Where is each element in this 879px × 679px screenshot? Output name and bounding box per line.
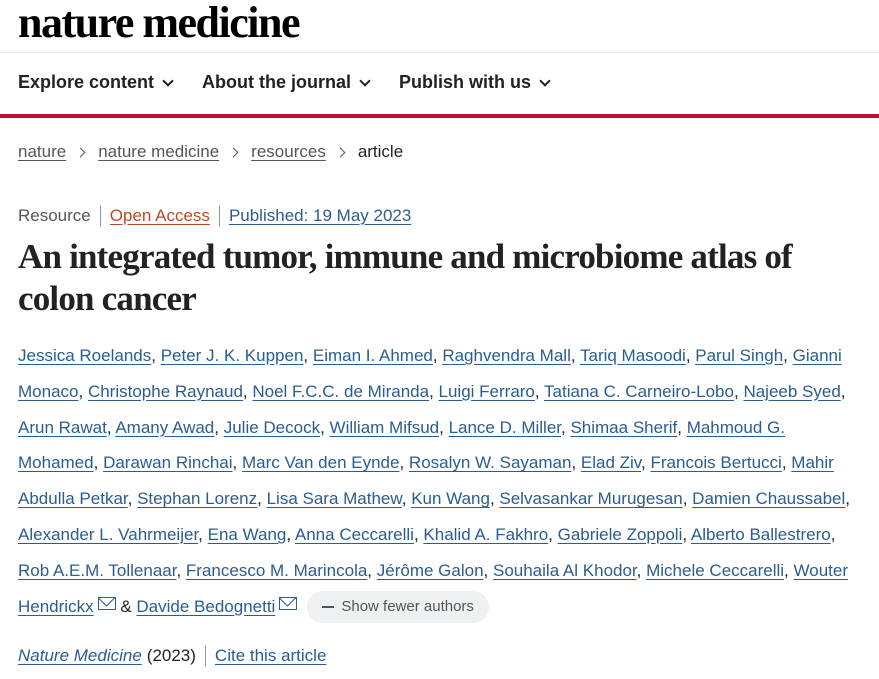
email-icon[interactable] bbox=[97, 596, 116, 610]
author-link[interactable]: Parul Singh bbox=[695, 346, 783, 365]
author-joiner: & bbox=[120, 596, 132, 616]
email-icon[interactable] bbox=[279, 596, 298, 610]
citation-year: (2023) bbox=[146, 646, 196, 665]
author-link[interactable]: Damien Chaussabel bbox=[692, 489, 845, 508]
cite-this-article-link[interactable]: Cite this article bbox=[215, 646, 326, 666]
author-link[interactable]: Alberto Ballestrero bbox=[691, 525, 831, 544]
author-link[interactable]: Anna Ceccarelli bbox=[295, 525, 414, 544]
citation-divider bbox=[204, 645, 206, 667]
author-link[interactable]: Noel F.C.C. de Miranda bbox=[252, 382, 429, 401]
author-link[interactable]: Eiman I. Ahmed bbox=[313, 346, 433, 365]
article-title: An integrated tumor, immune and microbio… bbox=[18, 237, 793, 318]
author-link[interactable]: Souhaila Al Khodor bbox=[493, 561, 637, 580]
nav-about-journal[interactable]: About the journal bbox=[202, 72, 371, 93]
author-link[interactable]: Rob A.E.M. Tollenaar bbox=[18, 561, 176, 580]
nav-label: Explore content bbox=[18, 72, 155, 92]
author-list: Jessica Roelands, Peter J. K. Kuppen, Ei… bbox=[18, 338, 868, 624]
chevron-down-icon bbox=[359, 74, 371, 87]
author-link[interactable]: Arun Rawat bbox=[18, 418, 107, 437]
breadcrumb-resources[interactable]: resources bbox=[251, 142, 326, 162]
chevron-down-icon bbox=[539, 74, 551, 87]
show-fewer-authors-button[interactable]: Show fewer authors bbox=[307, 591, 489, 624]
author-link[interactable]: Rosalyn W. Sayaman bbox=[409, 453, 572, 472]
author-link[interactable]: Luigi Ferraro bbox=[439, 382, 535, 401]
nav-explore-content[interactable]: Explore content bbox=[18, 72, 174, 93]
author-link[interactable]: Kun Wang bbox=[411, 489, 490, 508]
author-link[interactable]: Julie Decock bbox=[224, 418, 320, 437]
author-link[interactable]: Peter J. K. Kuppen bbox=[161, 346, 304, 365]
breadcrumb: nature nature medicine resources article bbox=[18, 142, 403, 162]
breadcrumb-nature[interactable]: nature bbox=[18, 142, 66, 162]
author-link[interactable]: Davide Bedognetti bbox=[136, 597, 275, 616]
author-link[interactable]: Michele Ceccarelli bbox=[646, 561, 784, 580]
author-link[interactable]: Jessica Roelands bbox=[18, 346, 151, 365]
nav-publish-with-us[interactable]: Publish with us bbox=[399, 72, 551, 93]
citation-line: Nature Medicine (2023) Cite this article bbox=[18, 645, 326, 667]
accent-bar bbox=[0, 114, 879, 118]
chevron-down-icon bbox=[162, 74, 174, 87]
article-meta: Resource Open Access Published: 19 May 2… bbox=[18, 205, 411, 227]
nav-label: Publish with us bbox=[399, 72, 532, 92]
author-link[interactable]: Gabriele Zoppoli bbox=[558, 525, 683, 544]
author-link[interactable]: Raghvendra Mall bbox=[442, 346, 571, 365]
show-fewer-label: Show fewer authors bbox=[341, 598, 474, 616]
chevron-right-icon bbox=[335, 147, 346, 157]
author-link[interactable]: Selvasankar Murugesan bbox=[499, 489, 682, 508]
published-date-link[interactable]: Published: 19 May 2023 bbox=[229, 206, 411, 226]
journal-link[interactable]: Nature Medicine bbox=[18, 646, 142, 666]
author-link[interactable]: Tariq Masoodi bbox=[580, 346, 686, 365]
author-link[interactable]: Jérôme Galon bbox=[377, 561, 484, 580]
author-link[interactable]: Francesco M. Marincola bbox=[186, 561, 367, 580]
author-link[interactable]: Darawan Rinchai bbox=[103, 453, 232, 472]
author-link[interactable]: Elad Ziv bbox=[581, 453, 641, 472]
author-link[interactable]: Amany Awad bbox=[115, 418, 214, 437]
author-link[interactable]: Marc Van den Eynde bbox=[242, 453, 400, 472]
author-link[interactable]: Francois Bertucci bbox=[651, 453, 782, 472]
author-link[interactable]: Najeeb Syed bbox=[743, 382, 840, 401]
breadcrumb-nature-medicine[interactable]: nature medicine bbox=[98, 142, 219, 162]
chevron-right-icon bbox=[75, 147, 86, 157]
author-link[interactable]: Lisa Sara Mathew bbox=[267, 489, 402, 508]
header-divider bbox=[0, 52, 879, 53]
author-link[interactable]: Khalid A. Fakhro bbox=[423, 525, 548, 544]
nav-label: About the journal bbox=[202, 72, 352, 92]
open-access-link[interactable]: Open Access bbox=[110, 206, 210, 226]
site-logo[interactable]: nature medicine bbox=[18, 0, 301, 48]
article-type: Resource bbox=[18, 206, 91, 225]
main-nav: Explore content About the journal Publis… bbox=[18, 72, 551, 93]
author-link[interactable]: Christophe Raynaud bbox=[88, 382, 243, 401]
meta-divider bbox=[99, 205, 101, 227]
author-link[interactable]: Ena Wang bbox=[208, 525, 287, 544]
minus-icon bbox=[322, 606, 335, 609]
author-link[interactable]: Shimaa Sherif bbox=[570, 418, 677, 437]
author-link[interactable]: Stephan Lorenz bbox=[137, 489, 257, 508]
meta-divider bbox=[218, 205, 220, 227]
author-link[interactable]: William Mifsud bbox=[330, 418, 440, 437]
author-link[interactable]: Alexander L. Vahrmeijer bbox=[18, 525, 198, 544]
breadcrumb-current: article bbox=[357, 142, 404, 161]
author-link[interactable]: Lance D. Miller bbox=[449, 418, 561, 437]
author-link[interactable]: Tatiana C. Carneiro-Lobo bbox=[544, 382, 734, 401]
chevron-right-icon bbox=[228, 147, 239, 157]
